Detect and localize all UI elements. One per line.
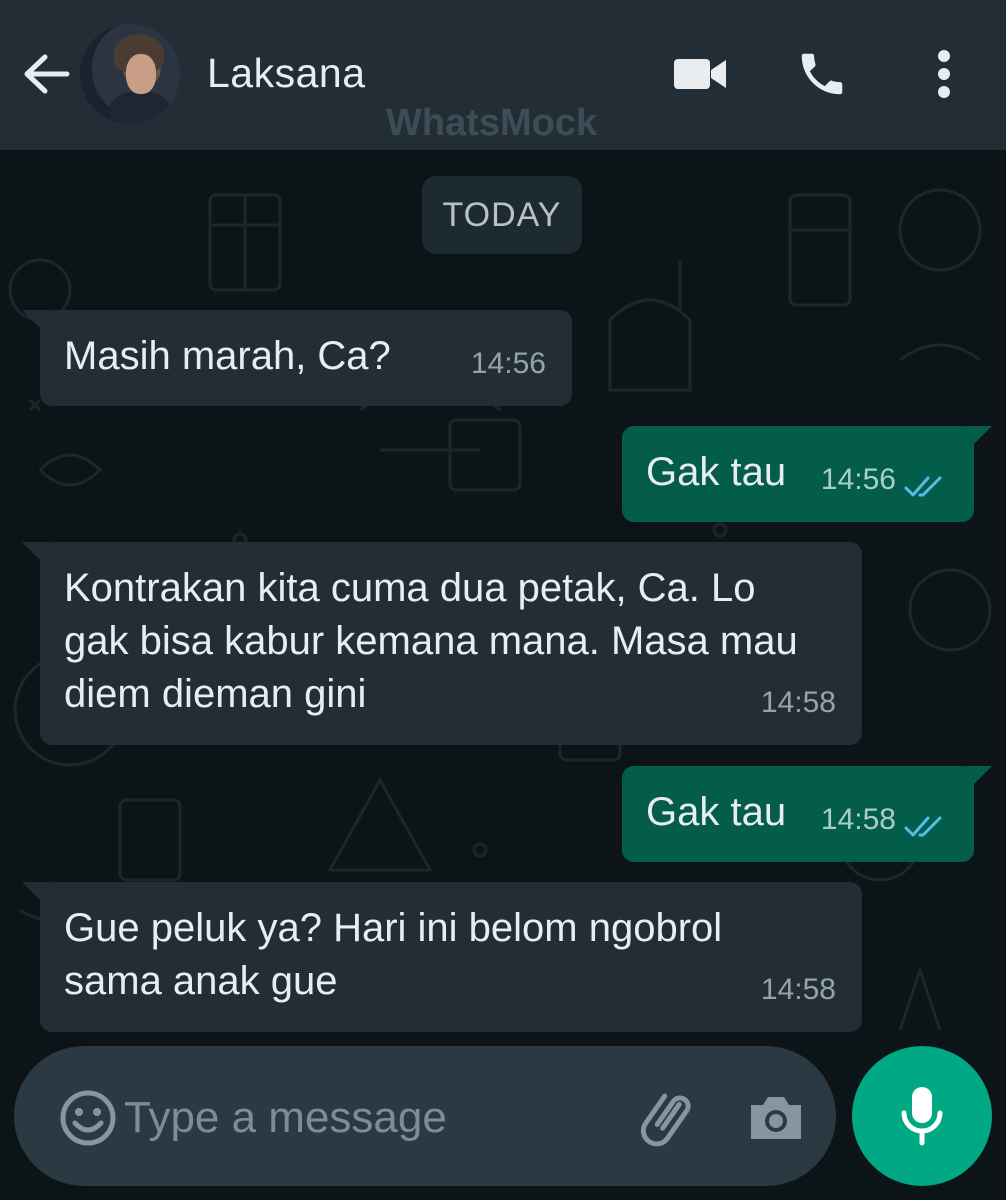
- message-time: 14:56: [820, 463, 896, 496]
- message-list[interactable]: TODAY Masih marah, Ca? 14:56 Gak tau 14:…: [0, 150, 1006, 1200]
- read-receipt-icon: [904, 476, 942, 497]
- phone-icon: [801, 53, 843, 95]
- date-divider: TODAY: [422, 176, 582, 254]
- attach-button[interactable]: [634, 1082, 706, 1154]
- incoming-message[interactable]: Masih marah, Ca? 14:56: [22, 310, 572, 406]
- contact-avatar[interactable]: [80, 24, 180, 124]
- paperclip-icon: [640, 1093, 691, 1147]
- incoming-message[interactable]: Gue peluk ya? Hari ini belom ngobrol sam…: [22, 882, 862, 1032]
- outgoing-message[interactable]: Gak tau 14:58: [622, 766, 992, 862]
- outgoing-message[interactable]: Gak tau 14:56: [622, 426, 992, 522]
- message-text: Gak tau: [646, 450, 787, 494]
- incoming-message[interactable]: Kontrakan kita cuma dua petak, Ca. Lo ga…: [22, 542, 862, 745]
- message-time: 14:56: [470, 347, 546, 380]
- camera-icon: [751, 1097, 801, 1139]
- message-input[interactable]: [124, 1086, 624, 1150]
- message-text: Gue peluk ya? Hari ini belom ngobrol sam…: [64, 906, 723, 1003]
- video-call-button[interactable]: [668, 46, 732, 102]
- message-time: 14:58: [760, 686, 836, 719]
- message-text: Kontrakan kita cuma dua petak, Ca. Lo ga…: [64, 566, 798, 716]
- video-call-icon: [674, 59, 726, 89]
- message-text: Masih marah, Ca?: [64, 334, 391, 378]
- camera-button[interactable]: [744, 1086, 808, 1150]
- message-time: 14:58: [820, 803, 896, 836]
- message-time: 14:58: [760, 973, 836, 1006]
- microphone-icon: [901, 1087, 943, 1146]
- more-vertical-icon: [938, 50, 950, 98]
- emoji-icon: [60, 1090, 116, 1146]
- voice-message-button[interactable]: [852, 1046, 992, 1186]
- contact-name[interactable]: Laksana: [207, 50, 366, 97]
- emoji-button[interactable]: [58, 1088, 118, 1148]
- read-receipt-icon: [904, 816, 942, 837]
- voice-call-button[interactable]: [790, 44, 854, 104]
- chat-header: Laksana WhatsMock: [0, 0, 1006, 150]
- watermark-text: WhatsMock: [386, 102, 598, 144]
- more-options-button[interactable]: [920, 44, 968, 104]
- message-composer: [14, 1046, 836, 1186]
- back-arrow-icon: [24, 54, 70, 94]
- back-button[interactable]: [18, 48, 74, 100]
- message-text: Gak tau: [646, 790, 787, 834]
